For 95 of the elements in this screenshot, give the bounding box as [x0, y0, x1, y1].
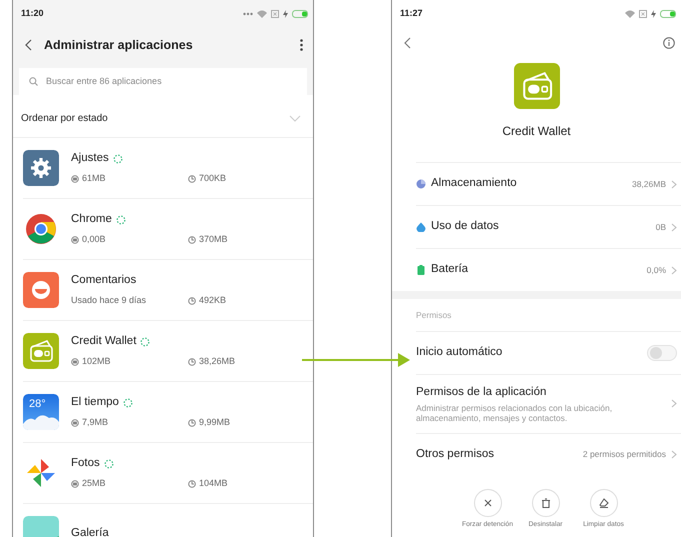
eraser-icon: [598, 498, 608, 508]
cache-size: 492KB: [199, 294, 226, 308]
chevron-right-icon: [671, 266, 677, 274]
clock-icon: [188, 175, 196, 184]
wallet-icon: [23, 333, 59, 369]
app-name: Credit Wallet: [502, 123, 571, 140]
detail-row[interactable]: Almacenamiento 38,26MB: [416, 163, 681, 206]
back-icon: [404, 37, 411, 49]
more-vertical-icon: [300, 39, 303, 51]
detail-value: 0B: [656, 220, 666, 234]
cache-size: 38,26MB: [199, 355, 236, 368]
cache-size: 370MB: [199, 233, 228, 246]
battery-icon: [660, 10, 677, 18]
permission-row[interactable]: Permisos de la aplicación Administrar permisos relacionados con la ubicación, almacenamiento, mensajes y contactos.: [416, 374, 681, 433]
toggle-switch[interactable]: [647, 345, 677, 361]
app-name: Fotos: [71, 456, 100, 472]
storage-size: 61MB: [82, 172, 106, 186]
storage-icon: [71, 175, 79, 184]
clock-icon: [188, 480, 196, 488]
app-name: Credit Wallet: [71, 334, 136, 350]
chevron-right-icon: [671, 222, 677, 232]
storage-size: 0,00B: [82, 233, 106, 246]
permission-row[interactable]: Otros permisos 2 permisos permitidos: [416, 432, 681, 476]
detail-value: 38,26MB: [632, 178, 666, 190]
back-icon: [25, 39, 32, 51]
wifi-icon: [257, 10, 267, 18]
app-list-item[interactable]: Comentarios Usado hace 9 días 492KB: [23, 260, 313, 321]
setting-label: Otros permisos: [416, 447, 494, 462]
close-icon: [482, 498, 492, 508]
chevron-right-icon: [671, 180, 677, 188]
app-name: Galería: [71, 526, 109, 537]
browser-icon: [23, 211, 59, 247]
app-list-item[interactable]: Ajustes 61MB 700KB: [23, 138, 313, 199]
sort-dropdown[interactable]: Ordenar por estado: [13, 100, 313, 138]
clock-icon: [188, 419, 196, 428]
app-list-item[interactable]: Chrome 0,00B 370MB: [23, 199, 313, 260]
search-icon: [29, 77, 38, 86]
gear-icon: [23, 150, 59, 186]
app-list-item[interactable]: 28° El tiempo 7,9MB 9,99MB: [23, 382, 313, 443]
back-button[interactable]: [404, 37, 411, 49]
search-field[interactable]: Buscar entre 86 aplicaciones: [19, 68, 307, 95]
chevron-down-icon: [289, 115, 301, 122]
pie-chart-icon: [416, 179, 426, 189]
droplet-icon: [416, 222, 426, 232]
wifi-icon: [625, 10, 635, 18]
storage-size: 7,9MB: [82, 416, 108, 430]
app-list-item[interactable]: Credit Wallet 102MB 38,26MB: [23, 321, 313, 382]
storage-size: 102MB: [82, 355, 111, 368]
search-input[interactable]: Buscar entre 86 aplicaciones: [46, 74, 246, 88]
detail-value: 0,0%: [646, 264, 666, 276]
wallet-icon: [514, 63, 560, 109]
chevron-right-icon: [671, 450, 677, 460]
cache-size: 104MB: [199, 477, 228, 490]
cache-size: 9,99MB: [199, 416, 230, 430]
section-header: Permisos: [415, 308, 452, 322]
app-list-item[interactable]: Fotos 25MB 104MB: [23, 443, 313, 504]
last-used-text: Usado hace 9 días: [71, 294, 146, 308]
info-icon: [663, 37, 675, 49]
battery-icon: [292, 10, 309, 18]
setting-value: 2 permisos permitidos: [582, 448, 666, 461]
smiley-icon: [23, 272, 59, 308]
trash-icon: [540, 498, 550, 508]
cache-size: 700KB: [199, 172, 226, 186]
info-button[interactable]: [663, 37, 675, 49]
more-options-button[interactable]: [300, 39, 303, 51]
clock-icon: [188, 236, 196, 244]
app-list-item[interactable]: Galería: [23, 504, 313, 537]
charging-icon: [283, 10, 288, 18]
clock-icon: [188, 358, 196, 366]
screen-title: Administrar aplicaciones: [44, 36, 193, 54]
status-time: 11:20: [21, 7, 44, 20]
storage-icon: [71, 358, 79, 366]
chevron-right-icon: [671, 399, 677, 408]
setting-label: Permisos de la aplicación: [416, 385, 548, 400]
setting-label: Inicio automático: [416, 345, 502, 360]
detail-row[interactable]: Uso de datos 0B: [416, 206, 681, 249]
app-name: El tiempo: [71, 395, 119, 410]
storage-size: 25MB: [82, 477, 106, 490]
app-name: Chrome: [71, 212, 112, 228]
setting-description: Administrar permisos relacionados con la ubicación, almacenamiento, mensajes y contactos.: [416, 403, 614, 424]
status-time: 11:27: [400, 7, 423, 20]
clock-icon: [188, 297, 196, 306]
charging-icon: [651, 10, 656, 18]
battery-icon: [416, 265, 426, 275]
sim-icon: [639, 10, 647, 18]
storage-icon: [71, 236, 79, 244]
icon-temperature: 28°: [29, 397, 46, 412]
sim-icon: [271, 10, 279, 18]
storage-icon: [71, 419, 79, 428]
app-name: Comentarios: [71, 273, 136, 288]
more-dots-icon: [243, 12, 253, 16]
weather-cloud-icon: [23, 394, 59, 430]
back-button[interactable]: [25, 39, 32, 51]
storage-icon: [71, 480, 79, 488]
app-name: Ajustes: [71, 151, 109, 166]
